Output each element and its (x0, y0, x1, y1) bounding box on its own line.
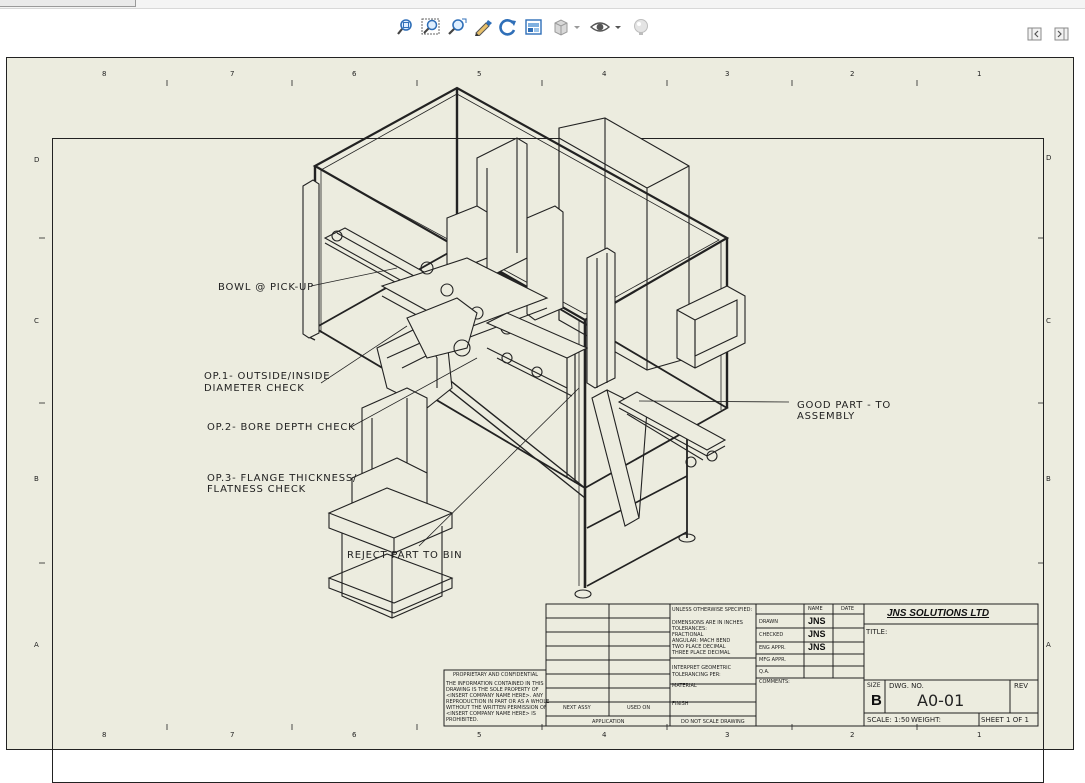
previous-view-button[interactable] (498, 17, 518, 37)
size-label: SIZE (867, 682, 881, 689)
drawn-name: JNS (808, 616, 826, 626)
document-tab[interactable] (0, 0, 136, 7)
refresh-icon (499, 19, 516, 36)
rev-label: REV (1014, 682, 1029, 690)
section-view-icon (525, 19, 542, 35)
material-label: MATERIAL (672, 683, 697, 689)
light-bulb-icon (634, 19, 648, 35)
collapse-left-icon[interactable] (1027, 27, 1043, 41)
tolerancing-label: TOLERANCING PER: (672, 672, 721, 678)
eng-appr-name: JNS (808, 642, 826, 652)
zoom-in-out-icon (448, 18, 467, 35)
size-value: B (871, 692, 882, 709)
eye-icon (589, 22, 621, 32)
zoom-to-area-icon (421, 18, 440, 35)
dwg-no-label: DWG. NO. (889, 682, 924, 690)
weight-label: WEIGHT: (911, 716, 941, 724)
appearance-button[interactable] (631, 17, 651, 37)
qa-label: Q.A. (759, 669, 770, 675)
tolerance-line: UNLESS OTHERWISE SPECIFIED: (672, 607, 753, 613)
sheet-label: SHEET 1 OF 1 (981, 716, 1029, 724)
title-block-grid (443, 603, 1039, 727)
collapse-right-icon[interactable] (1054, 27, 1070, 41)
zoom-in-out-button[interactable] (447, 17, 467, 37)
eng-appr-label: ENG APPR. (759, 645, 786, 651)
zoom-to-area-button[interactable] (421, 17, 441, 37)
heads-up-view-toolbar (0, 9, 1085, 45)
proprietary-line: PROPRIETARY AND CONFIDENTIAL (453, 672, 539, 678)
title-label: TITLE: (866, 628, 888, 636)
company-name: JNS SOLUTIONS LTD (887, 608, 990, 619)
zoom-to-fit-icon (397, 19, 412, 35)
interpret-label: INTERPRET GEOMETRIC (672, 665, 732, 671)
finish-label: FINISH (672, 701, 689, 707)
drawn-label: DRAWN (759, 619, 778, 625)
display-style-button[interactable] (552, 17, 582, 37)
comments-label: COMMENTS: (759, 679, 790, 685)
checked-name: JNS (808, 629, 826, 639)
next-assy-label: NEXT ASSY (563, 705, 591, 711)
rotate-view-button[interactable] (473, 17, 493, 37)
mfg-appr-label: MFG APPR. (759, 657, 786, 663)
tolerance-line: THREE PLACE DECIMAL (672, 650, 731, 656)
dwg-no-value: A0-01 (917, 691, 965, 710)
proprietary-line: PROHIBITED. (446, 717, 479, 723)
checked-label: CHECKED (759, 632, 784, 638)
application-label: APPLICATION (592, 719, 625, 725)
pencil-icon (475, 20, 492, 36)
do-not-scale-label: DO NOT SCALE DRAWING (681, 719, 745, 725)
zoom-to-fit-button[interactable] (395, 17, 415, 37)
cube-icon (554, 19, 580, 36)
top-strip (0, 0, 1085, 9)
drawing-sheet[interactable]: 8 7 6 5 4 3 2 1 8 7 6 5 4 3 2 1 D C B A … (6, 57, 1074, 783)
hide-show-items-button[interactable] (589, 17, 623, 37)
name-column-header: NAME (808, 606, 823, 612)
scale-label: SCALE: 1:50 (867, 716, 910, 724)
section-view-button[interactable] (524, 17, 544, 37)
date-column-header: DATE (841, 606, 855, 612)
used-on-label: USED ON (627, 705, 651, 711)
